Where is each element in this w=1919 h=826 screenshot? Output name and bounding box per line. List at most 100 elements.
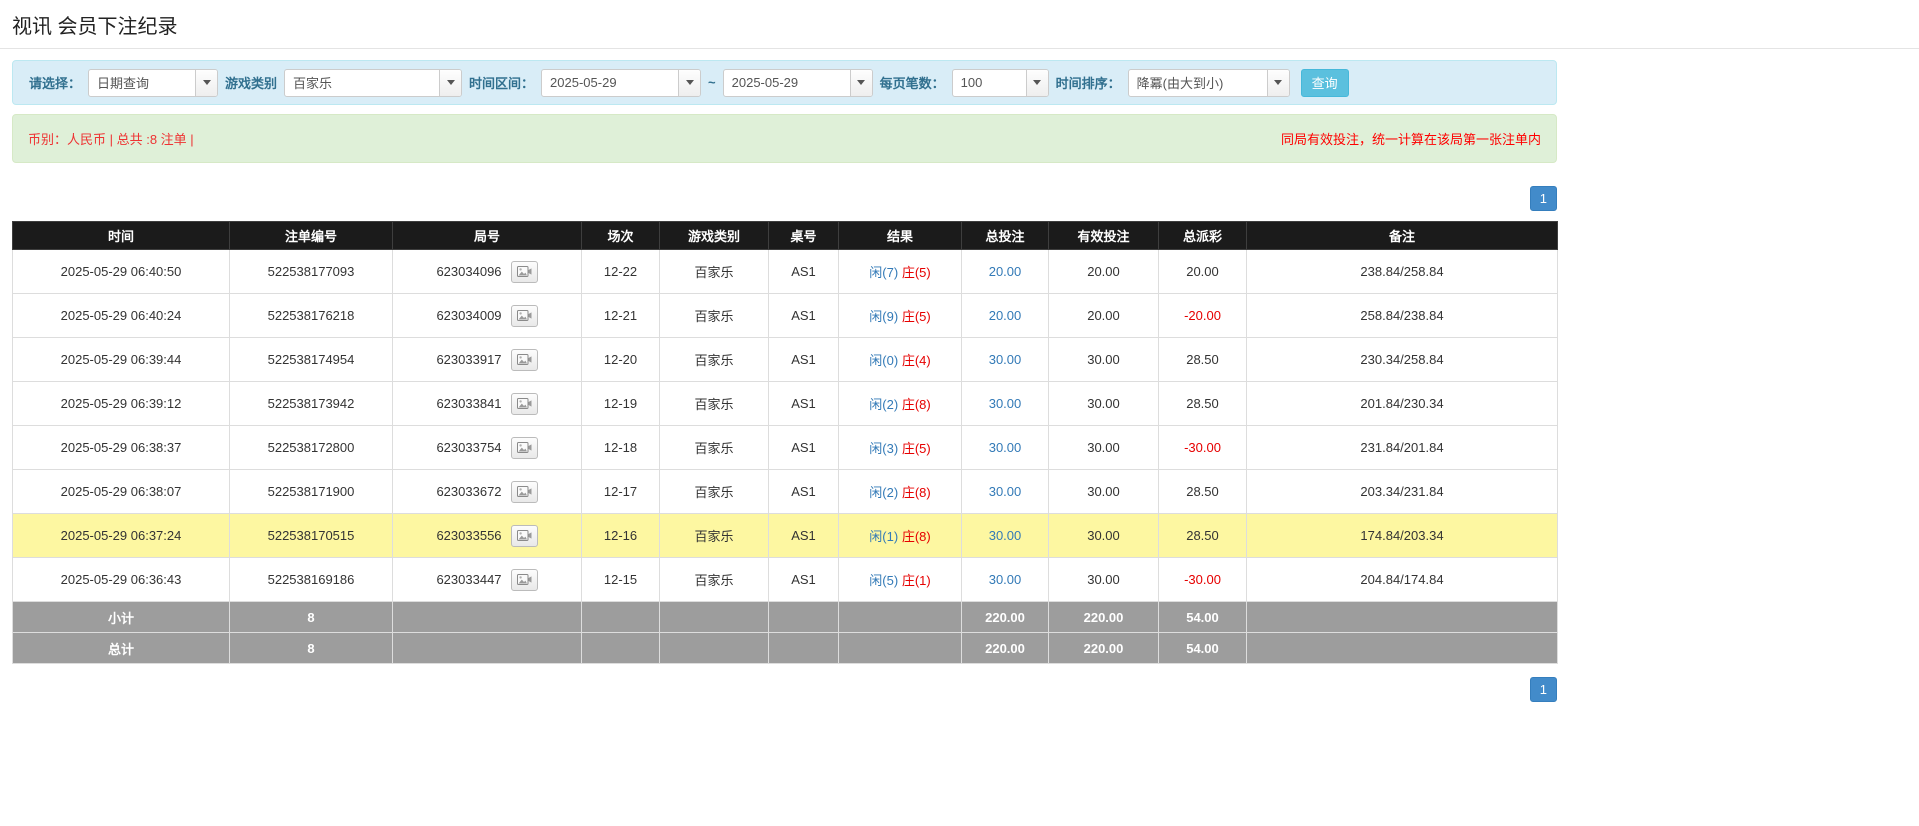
cell-bet-id: 522538176218 [230,294,393,338]
video-snapshot-icon [517,265,532,278]
cell-time: 2025-05-29 06:40:24 [13,294,230,338]
cell-remark: 201.84/230.34 [1247,382,1558,426]
round-media-button[interactable] [511,525,538,547]
result-player: 闲(7) [869,265,898,280]
chevron-down-icon [850,70,872,96]
query-type-select[interactable]: 日期查询 [88,69,218,97]
cell-bet-id: 522538169186 [230,558,393,602]
page-button-1[interactable]: 1 [1530,677,1557,702]
total-total-bet: 220.00 [962,633,1049,664]
sort-select[interactable]: 降冪(由大到小) [1128,69,1290,97]
video-snapshot-icon [517,397,532,410]
total-bet-link[interactable]: 30.00 [989,528,1022,543]
round-media-button[interactable] [511,261,538,283]
round-media-button[interactable] [511,437,538,459]
cell-game-type: 百家乐 [660,470,769,514]
table-header-row: 时间 注单编号 局号 场次 游戏类别 桌号 结果 总投注 有效投注 总派彩 备注 [13,222,1558,250]
cell-remark: 231.84/201.84 [1247,426,1558,470]
cell-game-type: 百家乐 [660,514,769,558]
round-media-button[interactable] [511,349,538,371]
table-row: 2025-05-29 06:40:24 522538176218 6230340… [13,294,1558,338]
cell-session: 12-17 [582,470,660,514]
date-to-select[interactable]: 2025-05-29 [723,69,873,97]
cell-valid-bet: 30.00 [1049,426,1159,470]
cell-bet-id: 522538171900 [230,470,393,514]
video-snapshot-icon [517,485,532,498]
cell-result: 闲(7) 庄(5) [839,250,962,294]
cell-remark: 258.84/238.84 [1247,294,1558,338]
round-id-value: 623033754 [436,440,501,455]
cell-session: 12-20 [582,338,660,382]
cell-total-bet: 30.00 [962,514,1049,558]
cell-payout: 20.00 [1159,250,1247,294]
total-bet-link[interactable]: 30.00 [989,352,1022,367]
total-bet-link[interactable]: 30.00 [989,440,1022,455]
result-banker: 庄(8) [902,485,931,500]
page-size-select[interactable]: 100 [952,69,1049,97]
result-banker: 庄(5) [902,441,931,456]
search-button[interactable]: 查询 [1301,69,1349,97]
cell-payout: 28.50 [1159,514,1247,558]
cell-table-no: AS1 [769,338,839,382]
cell-bet-id: 522538172800 [230,426,393,470]
total-row: 总计 8 220.00 220.00 54.00 [13,633,1558,664]
cell-round-id: 623033754 [393,426,582,470]
cell-total-bet: 20.00 [962,294,1049,338]
chevron-down-icon [1026,70,1048,96]
result-player: 闲(1) [869,529,898,544]
table-row: 2025-05-29 06:40:50 522538177093 6230340… [13,250,1558,294]
col-session: 场次 [582,222,660,250]
cell-table-no: AS1 [769,426,839,470]
cell-remark: 203.34/231.84 [1247,470,1558,514]
cell-payout: 28.50 [1159,338,1247,382]
total-bet-link[interactable]: 30.00 [989,484,1022,499]
round-media-button[interactable] [511,569,538,591]
result-player: 闲(3) [869,441,898,456]
page-button-1[interactable]: 1 [1530,186,1557,211]
round-id-value: 623033447 [436,572,501,587]
cell-game-type: 百家乐 [660,338,769,382]
chevron-down-icon [195,70,217,96]
cell-result: 闲(0) 庄(4) [839,338,962,382]
total-bet-link[interactable]: 30.00 [989,396,1022,411]
cell-round-id: 623034096 [393,250,582,294]
cell-time: 2025-05-29 06:40:50 [13,250,230,294]
table-row: 2025-05-29 06:39:12 522538173942 6230338… [13,382,1558,426]
round-id-value: 623033556 [436,528,501,543]
cell-session: 12-18 [582,426,660,470]
round-media-button[interactable] [511,305,538,327]
total-bet-link[interactable]: 20.00 [989,264,1022,279]
cell-result: 闲(5) 庄(1) [839,558,962,602]
summary-left-text: 币别：人民币 | 总共 :8 注单 | [28,129,194,148]
result-banker: 庄(1) [902,573,931,588]
result-player: 闲(5) [869,573,898,588]
cell-payout: 28.50 [1159,470,1247,514]
summary-right-text: 同局有效投注，统一计算在该局第一张注单内 [1281,129,1541,148]
round-media-button[interactable] [511,481,538,503]
cell-time: 2025-05-29 06:37:24 [13,514,230,558]
query-type-label: 请选择： [29,73,81,92]
total-bet-link[interactable]: 30.00 [989,572,1022,587]
pagination-top: 1 [12,186,1557,211]
subtotal-row: 小计 8 220.00 220.00 54.00 [13,602,1558,633]
round-media-button[interactable] [511,393,538,415]
table-row: 2025-05-29 06:39:44 522538174954 6230339… [13,338,1558,382]
round-id-value: 623033672 [436,484,501,499]
page-title: 视讯 会员下注纪录 [12,10,1905,39]
cell-table-no: AS1 [769,514,839,558]
cell-time: 2025-05-29 06:39:12 [13,382,230,426]
cell-valid-bet: 30.00 [1049,558,1159,602]
cell-time: 2025-05-29 06:38:07 [13,470,230,514]
cell-round-id: 623033841 [393,382,582,426]
chevron-down-icon [678,70,700,96]
date-from-select[interactable]: 2025-05-29 [541,69,701,97]
total-bet-link[interactable]: 20.00 [989,308,1022,323]
sort-label: 时间排序： [1056,73,1121,92]
game-type-select[interactable]: 百家乐 [284,69,462,97]
cell-result: 闲(1) 庄(8) [839,514,962,558]
game-type-label: 游戏类别 [225,73,277,92]
page-header: 视讯 会员下注纪录 [0,0,1919,49]
cell-valid-bet: 30.00 [1049,382,1159,426]
result-player: 闲(0) [869,353,898,368]
round-id-value: 623033841 [436,396,501,411]
